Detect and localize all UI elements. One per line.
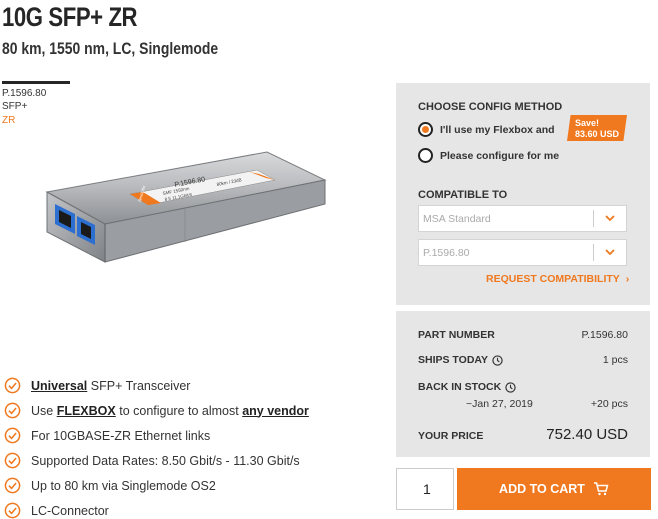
check-icon [4, 477, 21, 494]
price-value: 752.40 USD [546, 426, 628, 443]
back-in-stock-label: BACK IN STOCK [418, 381, 516, 393]
feature-text-part: Use [31, 403, 57, 418]
range-tag: ZR [2, 115, 16, 126]
radio-selected-icon[interactable] [418, 122, 433, 137]
radio-configure-label: Please configure for me [440, 149, 560, 162]
radio-flexbox-label: I'll use my Flexbox and [440, 123, 555, 136]
check-icon [4, 377, 21, 394]
sku-select[interactable]: P.1596.80 [418, 239, 627, 266]
tag-divider [2, 81, 70, 84]
ships-today-text: SHIPS TODAY [418, 354, 489, 366]
check-icon [4, 502, 21, 519]
feature-text: Use FLEXBOX to configure to almost any v… [31, 404, 309, 418]
add-to-cart-button[interactable]: ADD TO CART [457, 468, 651, 510]
sku-select-value: P.1596.80 [423, 246, 470, 259]
check-icon [4, 402, 21, 419]
chevron-down-icon[interactable] [594, 249, 626, 256]
compatibility-select-value: MSA Standard [423, 212, 491, 225]
feature-link-any-vendor[interactable]: any vendor [242, 404, 309, 418]
feature-text: For 10GBASE-ZR Ethernet links [31, 428, 211, 443]
sku-tag: P.1596.80 [2, 88, 47, 99]
clock-icon [505, 381, 516, 393]
check-icon [4, 452, 21, 469]
list-item: LC-Connector [4, 498, 309, 519]
ships-today-label: SHIPS TODAY [418, 354, 503, 366]
chevron-right-icon: › [625, 273, 630, 285]
your-price-label: YOUR PRICE [418, 430, 484, 442]
radio-unselected-icon[interactable] [418, 148, 433, 163]
request-compatibility-label: REQUEST COMPATIBILITY [486, 273, 620, 285]
product-title: 10G SFP+ ZR [2, 2, 138, 32]
feature-list: Universal SFP+ Transceiver Use FLEXBOX t… [4, 373, 309, 519]
compatibility-select[interactable]: MSA Standard [418, 205, 627, 232]
quantity-input[interactable]: 1 [396, 468, 454, 510]
feature-text: Up to 80 km via Singlemode OS2 [31, 478, 216, 493]
clock-icon [492, 354, 503, 366]
save-badge: Save! 83.60 USD [567, 115, 627, 141]
list-item: Up to 80 km via Singlemode OS2 [4, 473, 309, 498]
product-info-panel: PART NUMBER P.1596.80 SHIPS TODAY 1 pcs … [396, 311, 650, 457]
compatible-heading: COMPATIBLE TO [418, 189, 508, 201]
cart-icon [593, 482, 609, 496]
product-image: P.1596.80 SMF 1550nm 8.5 11.1Gbit/s 80km… [45, 151, 327, 263]
list-item: For 10GBASE-ZR Ethernet links [4, 423, 309, 448]
radio-flexbox[interactable]: I'll use my Flexbox and [418, 122, 555, 137]
config-panel: CHOOSE CONFIG METHOD I'll use my Flexbox… [396, 83, 650, 305]
chevron-down-icon[interactable] [594, 215, 626, 222]
save-badge-amount: 83.60 USD [575, 129, 620, 139]
check-icon [4, 427, 21, 444]
list-item: Universal SFP+ Transceiver [4, 373, 309, 398]
part-number-label: PART NUMBER [418, 329, 495, 341]
back-in-stock-value: +20 pcs [590, 398, 628, 410]
list-item: Use FLEXBOX to configure to almost any v… [4, 398, 309, 423]
part-number-value: P.1596.80 [581, 329, 628, 341]
type-tag: SFP+ [2, 101, 28, 112]
request-compatibility-link[interactable]: REQUEST COMPATIBILITY › [486, 273, 629, 285]
feature-text: Universal SFP+ Transceiver [31, 379, 190, 393]
back-in-stock-date: ~Jan 27, 2019 [466, 398, 533, 410]
back-in-stock-text: BACK IN STOCK [418, 381, 502, 393]
add-to-cart-label: ADD TO CART [499, 482, 585, 496]
config-method-heading: CHOOSE CONFIG METHOD [418, 101, 563, 113]
feature-text-part: to configure to almost [115, 403, 243, 418]
feature-link-flexbox[interactable]: FLEXBOX [57, 404, 116, 418]
product-subtitle: 80 km, 1550 nm, LC, Singlemode [2, 39, 219, 58]
feature-link-universal[interactable]: Universal [31, 379, 87, 393]
feature-text: Supported Data Rates: 8.50 Gbit/s - 11.3… [31, 453, 300, 468]
ships-today-value: 1 pcs [602, 354, 628, 366]
feature-text-part: SFP+ Transceiver [87, 378, 191, 393]
list-item: Supported Data Rates: 8.50 Gbit/s - 11.3… [4, 448, 309, 473]
radio-configure[interactable]: Please configure for me [418, 148, 559, 163]
save-badge-label: Save! [575, 118, 600, 128]
feature-text: LC-Connector [31, 503, 109, 518]
